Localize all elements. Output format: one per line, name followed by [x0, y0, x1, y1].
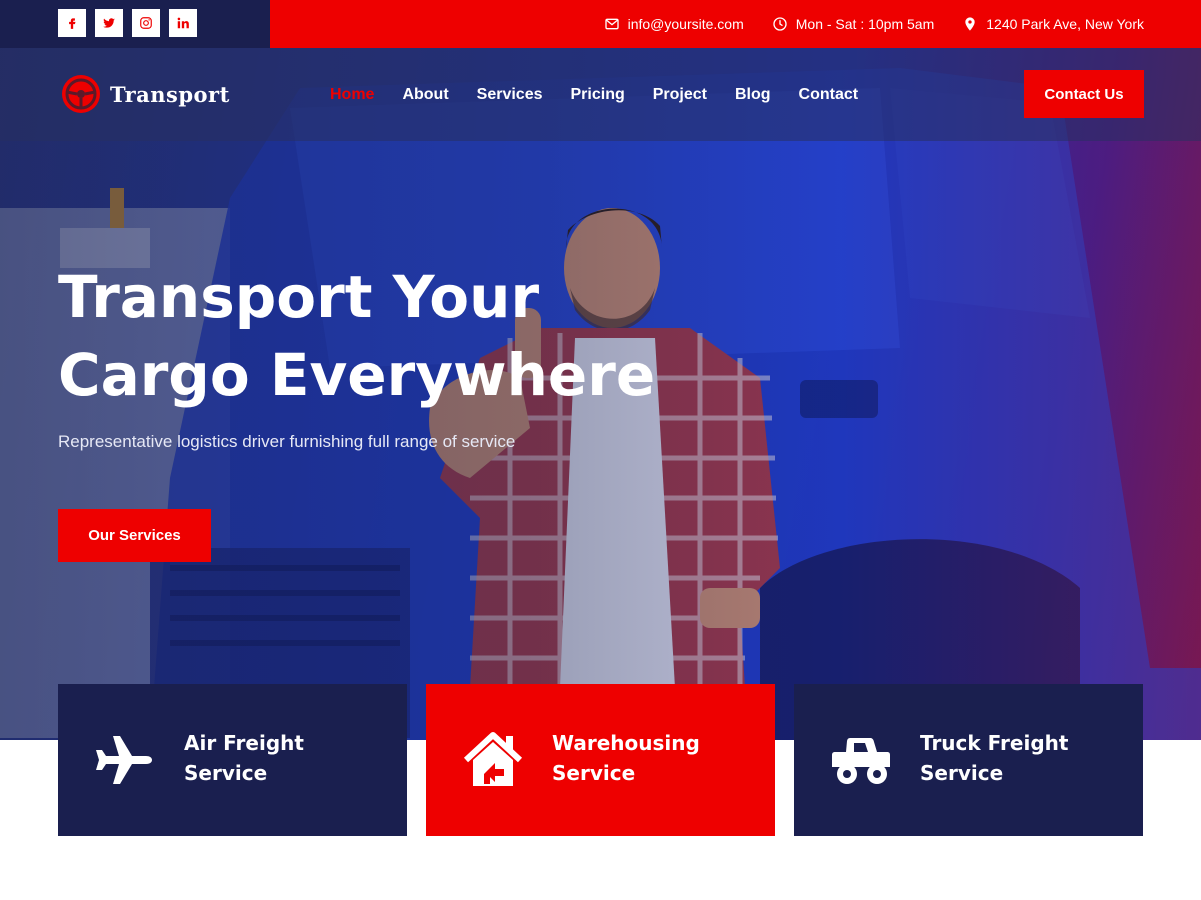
hero-title-line2: Cargo Everywhere	[58, 341, 656, 409]
main-menu: Home About Services Pricing Project Blog…	[330, 48, 858, 141]
email-text: info@yoursite.com	[627, 16, 744, 32]
service-title-line1: Air Freight	[184, 731, 304, 755]
service-title-line2: Service	[920, 761, 1004, 785]
linkedin-link[interactable]	[169, 9, 197, 37]
warehouse-icon	[463, 732, 523, 786]
service-title-line2: Service	[184, 761, 268, 785]
nav-item-home[interactable]: Home	[330, 86, 374, 104]
service-title-line1: Warehousing	[552, 731, 700, 755]
service-card-title: Air Freight Service	[184, 728, 384, 788]
twitter-link[interactable]	[95, 9, 123, 37]
instagram-icon	[140, 17, 152, 29]
service-card-truck-freight[interactable]: Truck Freight Service	[794, 684, 1143, 836]
main-navbar: Transport Home About Services Pricing Pr…	[0, 48, 1201, 141]
facebook-icon	[69, 18, 76, 29]
clock-icon	[773, 17, 787, 31]
service-card-warehousing[interactable]: Warehousing Service	[426, 684, 775, 836]
linkedin-icon	[177, 17, 189, 29]
service-title-line1: Truck Freight	[920, 731, 1069, 755]
envelope-icon	[604, 18, 619, 30]
nav-item-about[interactable]: About	[402, 86, 448, 104]
contact-us-button[interactable]: Contact Us	[1024, 70, 1144, 118]
hero-title-line1: Transport Your	[58, 263, 540, 331]
address-info: 1240 Park Ave, New York	[962, 16, 1144, 32]
airplane-icon	[96, 736, 152, 784]
instagram-link[interactable]	[132, 9, 160, 37]
nav-item-project[interactable]: Project	[653, 86, 707, 104]
facebook-link[interactable]	[58, 9, 86, 37]
map-pin-icon	[965, 17, 975, 31]
contact-info: info@yoursite.com Mon - Sat : 10pm 5am 1…	[604, 0, 1144, 48]
logo-text: Transport	[110, 81, 230, 107]
nav-item-pricing[interactable]: Pricing	[571, 86, 625, 104]
nav-item-services[interactable]: Services	[477, 86, 543, 104]
steering-wheel-logo-icon	[62, 75, 100, 113]
service-card-title: Truck Freight Service	[920, 728, 1120, 788]
service-card-title: Warehousing Service	[552, 728, 752, 788]
top-bar: info@yoursite.com Mon - Sat : 10pm 5am 1…	[0, 0, 1201, 48]
hours-info: Mon - Sat : 10pm 5am	[772, 16, 935, 32]
service-card-air-freight[interactable]: Air Freight Service	[58, 684, 407, 836]
email-info[interactable]: info@yoursite.com	[604, 16, 744, 32]
hero-title: Transport Your Cargo Everywhere	[58, 258, 758, 414]
service-title-line2: Service	[552, 761, 636, 785]
truck-icon	[832, 738, 890, 784]
address-text: 1240 Park Ave, New York	[986, 16, 1144, 32]
hours-text: Mon - Sat : 10pm 5am	[795, 16, 935, 32]
our-services-button[interactable]: Our Services	[58, 509, 211, 562]
nav-item-contact[interactable]: Contact	[799, 86, 859, 104]
hero-subtitle: Representative logistics driver furnishi…	[58, 432, 516, 451]
nav-item-blog[interactable]: Blog	[735, 86, 771, 104]
twitter-icon	[103, 18, 115, 28]
hero-section: Transport Home About Services Pricing Pr…	[0, 48, 1201, 740]
site-logo[interactable]: Transport	[60, 73, 230, 115]
social-links	[58, 9, 197, 37]
